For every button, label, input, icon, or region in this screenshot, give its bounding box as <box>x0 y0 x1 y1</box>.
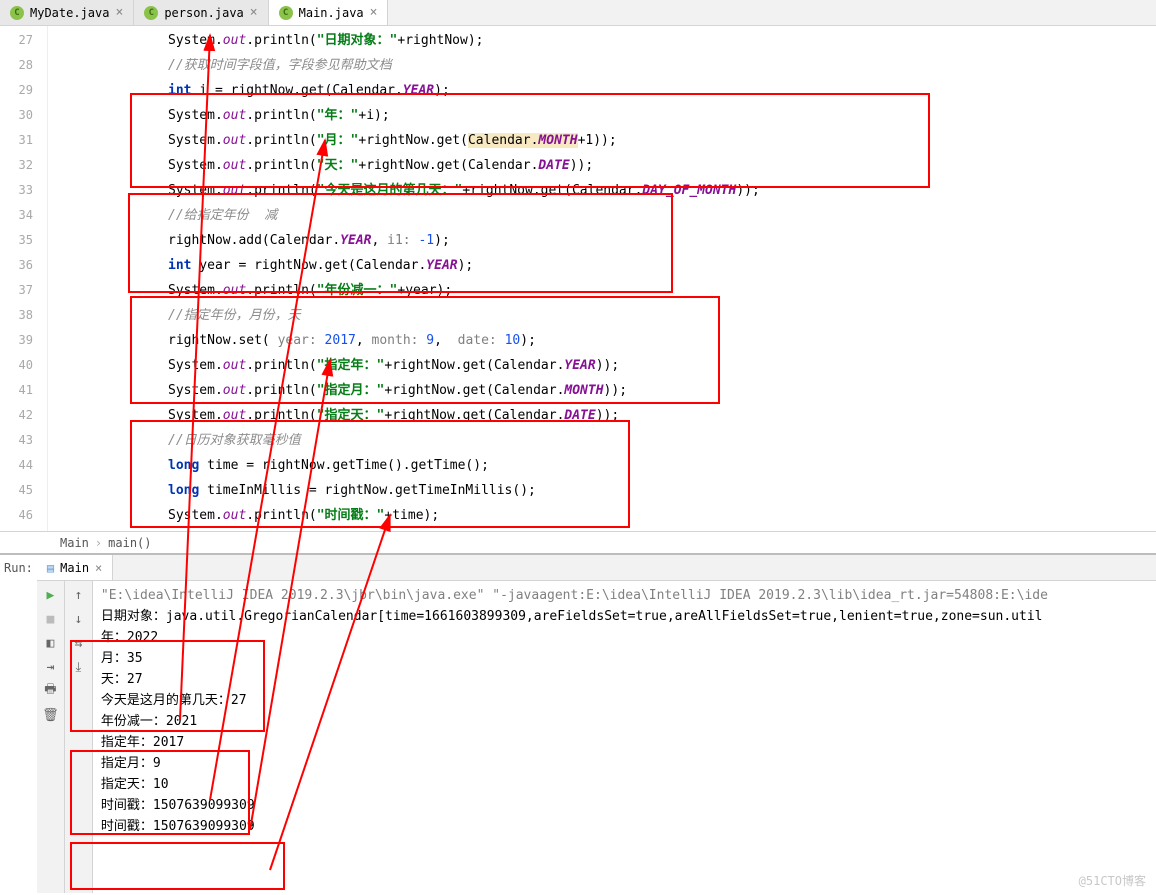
breadcrumb-method[interactable]: main() <box>108 536 151 550</box>
camera-icon[interactable]: ◧ <box>40 633 60 653</box>
close-icon[interactable]: × <box>115 5 123 20</box>
java-class-icon: C <box>10 6 24 20</box>
close-icon[interactable]: × <box>95 561 102 575</box>
wrap-icon[interactable]: ⇆ <box>68 633 88 653</box>
code-area[interactable]: System.out.println("日期对象："+rightNow);//获… <box>48 26 1156 531</box>
trash-icon[interactable]: 🗑 <box>40 705 60 725</box>
rerun-icon[interactable]: ▶ <box>40 585 60 605</box>
run-toolbar-secondary: ↑ ↓ ⇆ ⤓ <box>65 581 93 893</box>
editor-tabs-bar: C MyDate.java × C person.java × C Main.j… <box>0 0 1156 26</box>
chevron-right-icon: › <box>95 536 102 550</box>
down-icon[interactable]: ↓ <box>68 609 88 629</box>
java-class-icon: C <box>144 6 158 20</box>
run-toolbar-primary: ▶ ■ ◧ ⇥ 🖶 🗑 <box>37 581 65 893</box>
tab-label: MyDate.java <box>30 6 109 20</box>
exit-icon[interactable]: ⇥ <box>40 657 60 677</box>
editor-pane: 2728293031323334353637383940414243444546… <box>0 26 1156 531</box>
breadcrumbs: Main › main() <box>0 531 1156 553</box>
tab-person[interactable]: C person.java × <box>134 0 268 25</box>
scroll-icon[interactable]: ⤓ <box>68 657 88 677</box>
watermark: @51CTO博客 <box>1079 872 1146 889</box>
run-label: Run: <box>0 555 37 893</box>
close-icon[interactable]: × <box>250 5 258 20</box>
stop-icon[interactable]: ■ <box>40 609 60 629</box>
console-output[interactable]: "E:\idea\IntelliJ IDEA 2019.2.3\jbr\bin\… <box>93 581 1156 893</box>
java-class-icon: C <box>279 6 293 20</box>
tab-main[interactable]: C Main.java × <box>269 0 389 25</box>
tab-mydate[interactable]: C MyDate.java × <box>0 0 134 25</box>
run-panel: Run: ▤ Main × ▶ ■ ◧ ⇥ 🖶 🗑 ↑ ↓ ⇆ ⤓ <box>0 553 1156 893</box>
tab-label: person.java <box>164 6 243 20</box>
run-tab-main[interactable]: ▤ Main × <box>37 555 113 580</box>
breadcrumb-class[interactable]: Main <box>60 536 89 550</box>
gutter: 2728293031323334353637383940414243444546 <box>0 26 48 531</box>
close-icon[interactable]: × <box>370 5 378 20</box>
tab-label: Main.java <box>299 6 364 20</box>
run-config-icon: ▤ <box>47 561 54 575</box>
print-icon[interactable]: 🖶 <box>40 681 60 701</box>
up-icon[interactable]: ↑ <box>68 585 88 605</box>
run-header: ▤ Main × <box>37 555 1156 581</box>
run-tab-label: Main <box>60 561 89 575</box>
